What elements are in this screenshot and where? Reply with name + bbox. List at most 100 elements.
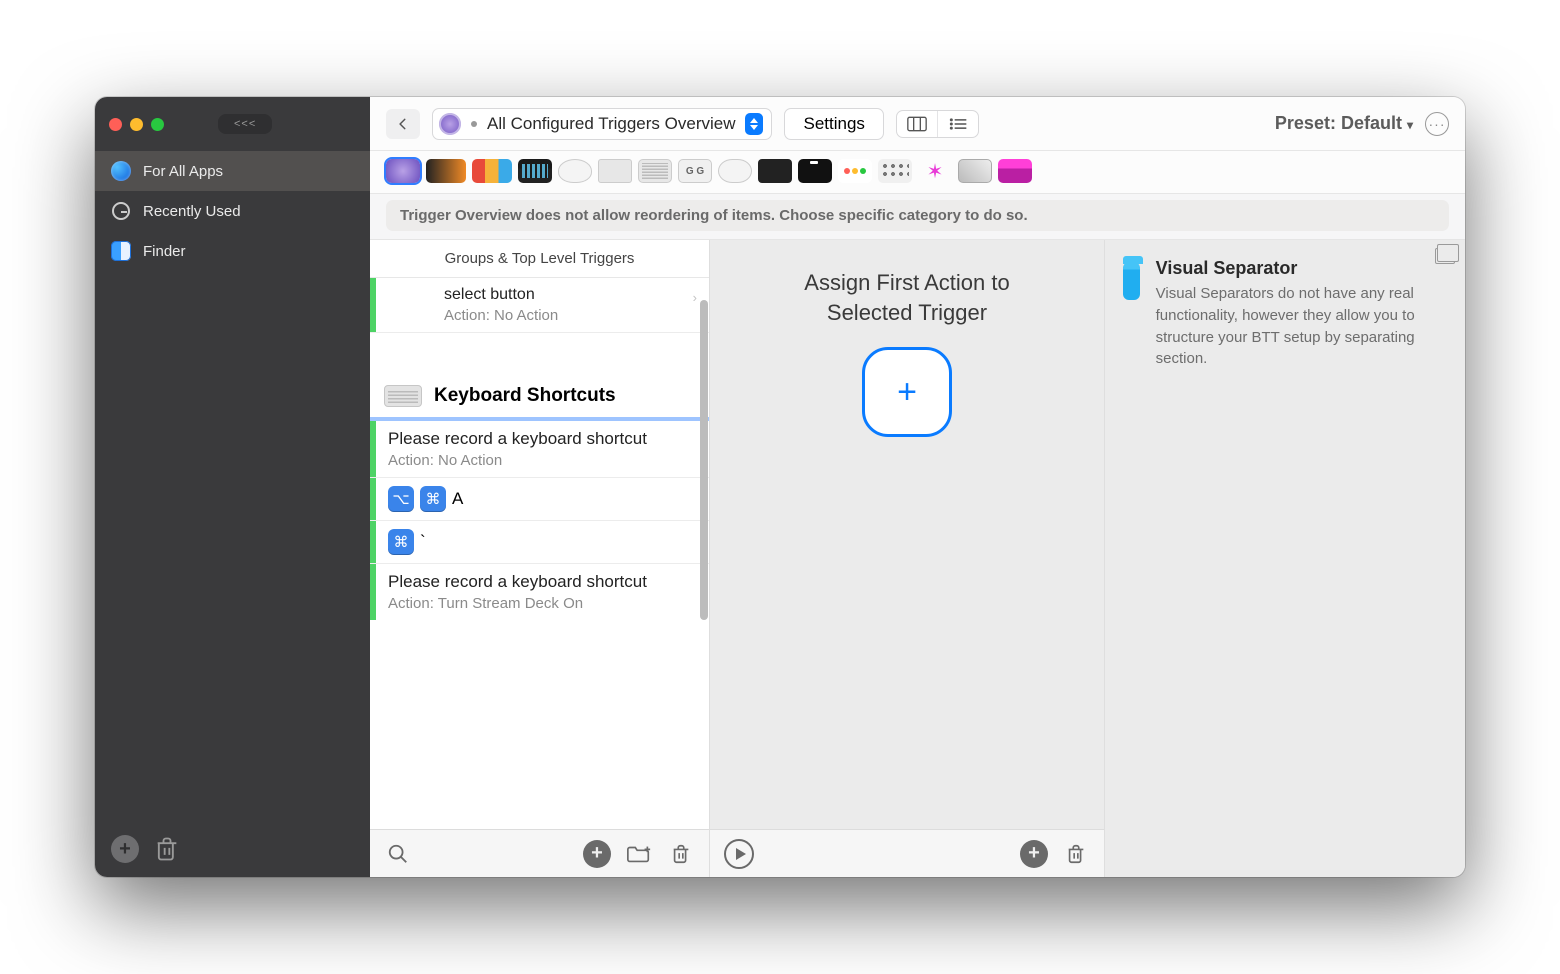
- scrollbar[interactable]: [700, 300, 708, 620]
- add-app-button[interactable]: +: [111, 835, 139, 863]
- actions-empty-title: Assign First Action toSelected Trigger: [710, 240, 1104, 327]
- list-icon: [948, 116, 968, 132]
- accent-bar: [370, 278, 376, 332]
- play-icon: [736, 848, 746, 860]
- add-trigger-button[interactable]: +: [583, 840, 611, 868]
- key-letter: A: [452, 489, 463, 509]
- key-option-icon: ⌥: [388, 486, 414, 512]
- device-remote-icon[interactable]: [758, 159, 792, 183]
- sidebar-back-button[interactable]: <<<: [218, 114, 272, 134]
- trigger-subtitle: Action: No Action: [388, 452, 697, 469]
- inspector-title: Visual Separator: [1156, 258, 1447, 279]
- window-controls: [109, 118, 164, 131]
- trigger-row[interactable]: select button Action: No Action ›: [370, 278, 709, 333]
- sidebar-item-recently-used[interactable]: Recently Used: [95, 191, 370, 231]
- search-button[interactable]: [384, 840, 412, 868]
- key-letter: `: [420, 532, 426, 552]
- dot-icon: [471, 121, 477, 127]
- overview-label: All Configured Triggers Overview: [487, 114, 735, 134]
- sidebar-item-label: For All Apps: [143, 163, 223, 180]
- triggers-footer: +: [370, 829, 709, 877]
- view-mode-segmented: [896, 110, 979, 138]
- trigger-row[interactable]: ⌥ ⌘ A: [370, 478, 709, 521]
- device-streamdeck-icon[interactable]: [518, 159, 552, 183]
- run-action-button[interactable]: [724, 839, 754, 869]
- close-window-button[interactable]: [109, 118, 122, 131]
- sidebar-item-for-all-apps[interactable]: For All Apps: [95, 151, 370, 191]
- search-icon: [387, 843, 409, 865]
- device-traffic-icon[interactable]: [838, 159, 872, 183]
- key-command-icon: ⌘: [420, 486, 446, 512]
- device-mouse-icon[interactable]: [558, 159, 592, 183]
- device-midi-icon[interactable]: [878, 159, 912, 183]
- device-all-icon[interactable]: [386, 159, 420, 183]
- settings-button[interactable]: Settings: [784, 108, 883, 140]
- device-keysequence-icon[interactable]: G G: [678, 159, 712, 183]
- globe-icon: [111, 161, 131, 181]
- folder-plus-icon: [626, 843, 652, 865]
- preset-selector[interactable]: Preset: Default ▾: [1275, 113, 1413, 134]
- accent-bar: [370, 478, 376, 520]
- add-folder-button[interactable]: [625, 840, 653, 868]
- sidebar-footer: +: [95, 821, 370, 877]
- view-columns-button[interactable]: [897, 111, 938, 137]
- device-touchbar2-icon[interactable]: [472, 159, 512, 183]
- content-columns: Groups & Top Level Triggers select butto…: [370, 239, 1465, 877]
- trigger-title: select button: [388, 286, 697, 304]
- trigger-subtitle: Action: No Action: [388, 307, 697, 324]
- accent-bar: [370, 421, 376, 477]
- app-window: <<< For All Apps Recently Used Finder +: [95, 97, 1465, 877]
- clock-icon: [111, 201, 131, 221]
- trigger-row[interactable]: Please record a keyboard shortcut Action…: [370, 564, 709, 620]
- trigger-title: Please record a keyboard shortcut: [388, 572, 697, 592]
- accent-bar: [370, 521, 376, 563]
- shortcut-display: ⌘ `: [388, 529, 697, 555]
- sidebar-item-label: Recently Used: [143, 203, 241, 220]
- zoom-window-button[interactable]: [151, 118, 164, 131]
- trigger-list: select button Action: No Action › Keyboa…: [370, 278, 709, 829]
- device-notch-icon[interactable]: [798, 159, 832, 183]
- actions-column: Assign First Action toSelected Trigger +…: [710, 240, 1105, 877]
- gear-icon: [439, 113, 461, 135]
- view-list-button[interactable]: [938, 111, 978, 137]
- accent-bar: [370, 564, 376, 620]
- device-magicmouse-icon[interactable]: [718, 159, 752, 183]
- device-touchbar-icon[interactable]: [426, 159, 466, 183]
- device-automations-icon[interactable]: [958, 159, 992, 183]
- delete-app-button[interactable]: [153, 835, 181, 863]
- shortcut-display: ⌥ ⌘ A: [388, 486, 697, 512]
- delete-trigger-button[interactable]: [667, 840, 695, 868]
- delete-action-button[interactable]: [1062, 840, 1090, 868]
- section-title: Keyboard Shortcuts: [434, 385, 616, 407]
- sidebar-item-label: Finder: [143, 243, 186, 260]
- device-trackpad-icon[interactable]: [598, 159, 632, 183]
- device-menubar-icon[interactable]: [998, 159, 1032, 183]
- back-button[interactable]: [386, 109, 420, 139]
- chevron-left-icon: [396, 117, 410, 131]
- info-banner: Trigger Overview does not allow reorderi…: [386, 200, 1449, 231]
- add-action-button[interactable]: +: [862, 347, 952, 437]
- popout-icon[interactable]: [1435, 248, 1455, 264]
- sidebar-item-finder[interactable]: Finder: [95, 231, 370, 271]
- section-header-keyboard[interactable]: Keyboard Shortcuts: [370, 371, 709, 421]
- inspector-column: Visual Separator Visual Separators do no…: [1105, 240, 1465, 877]
- trigger-row[interactable]: Please record a keyboard shortcut Action…: [370, 421, 709, 478]
- trash-icon: [670, 843, 692, 865]
- main: All Configured Triggers Overview Setting…: [370, 97, 1465, 877]
- device-keyboard-icon[interactable]: [638, 159, 672, 183]
- trigger-row[interactable]: ⌘ `: [370, 521, 709, 564]
- device-selector-row: G G ✶: [370, 151, 1465, 194]
- triggers-tab-header[interactable]: Groups & Top Level Triggers: [370, 240, 709, 278]
- keyboard-icon: [384, 385, 422, 407]
- actions-footer: +: [710, 829, 1104, 877]
- trash-icon: [1065, 843, 1087, 865]
- add-action-footer-button[interactable]: +: [1020, 840, 1048, 868]
- folder-icon: [1123, 262, 1140, 300]
- minimize-window-button[interactable]: [130, 118, 143, 131]
- more-menu-button[interactable]: ···: [1425, 112, 1449, 136]
- trigger-category-selector[interactable]: All Configured Triggers Overview: [432, 108, 772, 140]
- triggers-column: Groups & Top Level Triggers select butto…: [370, 240, 710, 877]
- chevron-right-icon: ›: [693, 290, 697, 305]
- sidebar: <<< For All Apps Recently Used Finder +: [95, 97, 370, 877]
- device-drawings-icon[interactable]: ✶: [918, 159, 952, 183]
